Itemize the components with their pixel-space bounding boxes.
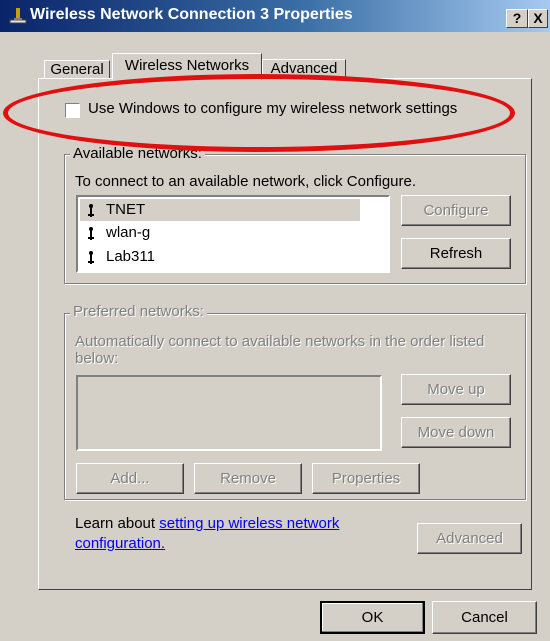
help-button[interactable]: ?	[506, 9, 528, 28]
use-windows-checkbox-label[interactable]: Use Windows to configure my wireless net…	[88, 100, 457, 117]
tab-general[interactable]: General	[44, 60, 110, 80]
available-networks-legend: Available networks:	[70, 145, 205, 162]
setup-wireless-link-line2[interactable]: configuration.	[75, 535, 165, 552]
refresh-button[interactable]: Refresh	[401, 238, 511, 269]
preferred-networks-list[interactable]	[76, 375, 382, 451]
tab-wireless-networks-label: Wireless Networks	[124, 57, 250, 74]
properties-dialog: Wireless Network Connection 3 Properties…	[0, 0, 550, 641]
available-networks-description: To connect to an available network, clic…	[75, 173, 417, 190]
advanced-button[interactable]: Advanced	[417, 523, 522, 554]
antenna-icon	[88, 204, 94, 217]
add-button[interactable]: Add...	[76, 463, 184, 494]
network-name: wlan-g	[106, 224, 151, 241]
antenna-icon	[88, 251, 94, 264]
tab-advanced[interactable]: Advanced	[262, 59, 346, 80]
title-bar[interactable]: Wireless Network Connection 3 Properties…	[0, 0, 550, 32]
window-title: Wireless Network Connection 3 Properties	[30, 6, 353, 23]
preferred-networks-description-line1: Automatically connect to available netwo…	[75, 333, 485, 350]
tab-wireless-networks[interactable]: Wireless Networks	[112, 53, 262, 80]
list-item[interactable]: TNET	[80, 199, 360, 221]
network-connection-icon	[9, 8, 27, 24]
preferred-networks-description-line2: below:	[75, 350, 119, 367]
preferred-networks-legend: Preferred networks:	[70, 303, 207, 320]
available-networks-list[interactable]: TNET wlan-g Lab311	[76, 195, 390, 273]
tab-general-label: General	[50, 61, 104, 78]
network-name: TNET	[106, 201, 146, 218]
remove-button[interactable]: Remove	[194, 463, 302, 494]
cancel-button[interactable]: Cancel	[432, 601, 537, 634]
properties-button[interactable]: Properties	[312, 463, 420, 494]
list-item[interactable]: Lab311	[80, 246, 360, 268]
close-button[interactable]: X	[528, 9, 548, 28]
move-up-button[interactable]: Move up	[401, 374, 511, 405]
tab-advanced-label: Advanced	[270, 60, 338, 77]
move-down-button[interactable]: Move down	[401, 417, 511, 448]
setup-wireless-link[interactable]: setting up wireless network	[159, 515, 339, 532]
antenna-icon	[88, 227, 94, 240]
configure-button[interactable]: Configure	[401, 195, 511, 226]
use-windows-checkbox[interactable]	[65, 103, 80, 118]
learn-about-prefix: Learn about	[75, 515, 160, 532]
network-name: Lab311	[106, 248, 155, 265]
list-item[interactable]: wlan-g	[80, 222, 360, 244]
ok-button[interactable]: OK	[320, 601, 425, 634]
learn-about-text: Learn about setting up wireless network	[75, 515, 339, 532]
